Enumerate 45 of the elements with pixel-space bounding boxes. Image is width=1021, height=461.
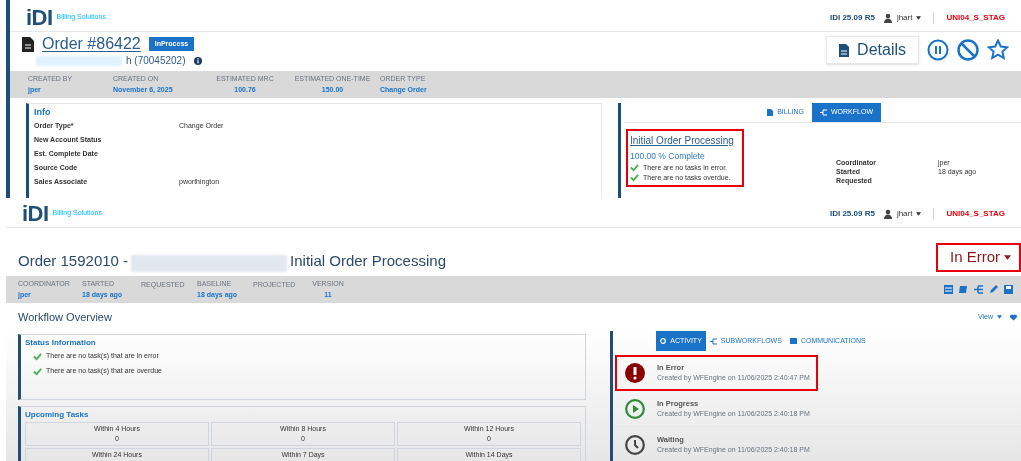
status-dropdown[interactable]: In Error <box>936 243 1021 272</box>
section-title: Workflow Overview <box>18 309 112 325</box>
workflow-icon[interactable] <box>974 285 983 294</box>
caret-icon <box>997 315 1002 319</box>
page-title: Order 1592010 - <box>18 250 129 271</box>
envelope-icon <box>789 338 797 344</box>
order-title-link[interactable]: Order #86422 <box>42 34 141 54</box>
play-icon <box>625 398 645 419</box>
user-icon <box>882 208 893 219</box>
heart-icon[interactable] <box>1010 313 1017 321</box>
caret-icon <box>916 15 922 20</box>
card-title: Info <box>34 106 52 119</box>
user-icon <box>882 12 893 23</box>
exclamation-icon <box>625 362 645 383</box>
workflow-icon <box>820 109 827 116</box>
caret-icon <box>1004 255 1011 260</box>
card-title: Upcoming Tasks <box>25 409 90 421</box>
gear-icon <box>660 338 667 344</box>
details-button[interactable]: Details <box>826 36 919 64</box>
save-icon[interactable] <box>1004 285 1013 294</box>
logo: iDI <box>26 4 53 32</box>
pause-icon[interactable] <box>927 39 949 61</box>
info-icon <box>193 57 202 65</box>
progress-text: 100.00 % Complete <box>630 150 706 163</box>
caret-icon <box>916 211 922 216</box>
book-icon[interactable] <box>959 285 968 294</box>
user-menu[interactable]: jhart <box>896 11 922 24</box>
version-label: IDI 25.09 R5 <box>829 11 875 24</box>
clock-icon <box>625 434 645 455</box>
environment-label: UNI04_S_STAG <box>946 207 1005 220</box>
pencil-icon[interactable] <box>989 285 998 294</box>
user-menu[interactable]: jhart <box>896 207 922 220</box>
document-icon <box>767 109 774 116</box>
card-title: Status Information <box>25 337 97 349</box>
workflow-icon <box>709 337 717 345</box>
workflow-link[interactable]: Initial Order Processing <box>630 133 740 148</box>
logo: iDI <box>22 200 49 228</box>
star-icon[interactable] <box>987 39 1009 61</box>
document-icon <box>22 36 34 52</box>
cancel-icon[interactable] <box>957 39 979 61</box>
document-icon <box>839 43 850 57</box>
account-number: h (70045202) <box>126 55 186 67</box>
version-label: IDI 25.09 R5 <box>829 207 875 220</box>
environment-label: UNI04_S_STAG <box>946 11 1005 24</box>
page-title: Initial Order Processing <box>290 250 446 271</box>
